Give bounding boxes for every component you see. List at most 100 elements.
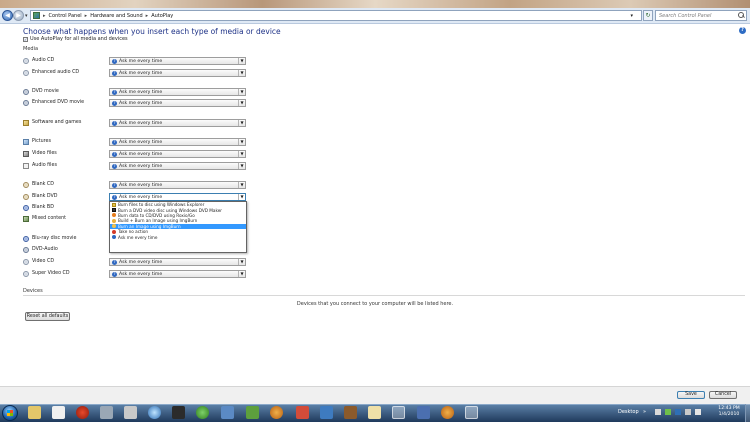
taskbar-wlm-icon[interactable] xyxy=(148,406,161,419)
breadcrumb-separator[interactable]: ▸ xyxy=(146,13,149,19)
forward-button[interactable]: ▶ xyxy=(13,10,24,21)
tray-app-icon[interactable] xyxy=(665,409,671,415)
desktop-toolbar-label[interactable]: Desktop xyxy=(618,409,639,415)
taskbar-app-icon[interactable] xyxy=(221,406,234,419)
chevron-down-icon[interactable]: ▼ xyxy=(238,89,245,95)
back-button[interactable]: ◀ xyxy=(2,10,13,21)
pictures-dropdown[interactable]: ? Ask me every time ▼ xyxy=(109,138,246,146)
chevron-down-icon[interactable]: ▼ xyxy=(238,163,245,169)
option-label[interactable]: Burn data to CD/DVD using Roxio/Go xyxy=(118,213,195,218)
tray-show-hidden-icon[interactable] xyxy=(655,409,661,415)
taskbar-firefox-icon[interactable] xyxy=(270,406,283,419)
option-label[interactable]: Ask me every time xyxy=(118,235,157,240)
chevron-down-icon[interactable]: ▼ xyxy=(238,139,245,145)
option-label[interactable]: Take no action xyxy=(118,229,148,234)
audio-file-icon xyxy=(23,163,29,169)
address-box[interactable]: ▸ Control Panel ▸ Hardware and Sound ▸ A… xyxy=(30,10,642,21)
search-icon[interactable] xyxy=(738,11,746,20)
option-label[interactable]: Build + Burn an Image using ImgBurn xyxy=(118,218,197,223)
taskbar-control-panel-icon[interactable] xyxy=(392,406,405,419)
taskbar-media-icon[interactable] xyxy=(76,406,89,419)
show-desktop-button[interactable] xyxy=(745,404,750,422)
start-button[interactable] xyxy=(2,405,18,421)
toolbar-chevron-icon[interactable]: » xyxy=(643,409,646,415)
taskbar-app-icon[interactable] xyxy=(296,406,309,419)
dropdown-value: Ask me every time xyxy=(119,89,163,95)
chevron-down-icon[interactable]: ▼ xyxy=(238,58,245,64)
chevron-down-icon[interactable]: ▼ xyxy=(238,100,245,106)
taskbar-tool-icon[interactable] xyxy=(124,406,137,419)
taskbar-document-icon[interactable] xyxy=(52,406,65,419)
dropdown-value: Ask me every time xyxy=(119,139,163,145)
video-files-dropdown[interactable]: ? Ask me every time ▼ xyxy=(109,150,246,158)
dropdown-value: Ask me every time xyxy=(119,70,163,76)
blank-dvd-dropdown[interactable]: ? Ask me every time ▼ xyxy=(109,193,246,201)
bluray-icon xyxy=(23,236,29,242)
taskbar-app-icon[interactable] xyxy=(344,406,357,419)
search-input[interactable]: Search Control Panel xyxy=(655,10,747,21)
media-row-video-cd: Video CD ? Ask me every time ▼ xyxy=(23,258,253,267)
breadcrumb-separator[interactable]: ▸ xyxy=(85,13,88,19)
enhanced-dvd-movie-dropdown[interactable]: ? Ask me every time ▼ xyxy=(109,99,246,107)
software-and-games-dropdown[interactable]: ? Ask me every time ▼ xyxy=(109,119,246,127)
enhanced-audio-cd-dropdown[interactable]: ? Ask me every time ▼ xyxy=(109,69,246,77)
taskbar-rss-icon[interactable] xyxy=(172,406,185,419)
chevron-down-icon[interactable]: ▼ xyxy=(238,70,245,76)
reset-all-defaults-button[interactable]: Reset all defaults xyxy=(25,312,70,321)
taskbar-explorer-icon[interactable] xyxy=(28,406,41,419)
option-label[interactable]: Burn files to disc using Windows Explore… xyxy=(118,202,204,207)
tray-volume-icon[interactable] xyxy=(695,409,701,415)
option-label[interactable]: Burn an Image using ImgBurn xyxy=(118,224,181,229)
breadcrumb-hardware-and-sound[interactable]: Hardware and Sound xyxy=(90,13,142,19)
taskbar-clock[interactable]: 12:43 PM 1/4/2010 xyxy=(714,406,744,418)
pictures-icon xyxy=(23,139,29,145)
taskbar-app-icon[interactable] xyxy=(417,406,430,419)
address-history-chevron-icon[interactable]: ▾ xyxy=(630,13,633,19)
media-row-blank-cd: Blank CD ? Ask me every time ▼ xyxy=(23,181,253,190)
media-label: Video CD xyxy=(32,259,55,264)
no-action-icon xyxy=(112,229,116,234)
breadcrumb-control-panel[interactable]: Control Panel xyxy=(49,13,82,19)
taskbar-firefox-icon[interactable] xyxy=(441,406,454,419)
chevron-down-icon[interactable]: ▼ xyxy=(238,271,245,277)
help-icon[interactable]: ? xyxy=(739,27,746,34)
use-autoplay-option[interactable]: ✓ Use AutoPlay for all media and devices xyxy=(23,36,128,42)
taskbar-app-icon[interactable] xyxy=(368,406,381,419)
taskbar-app-icon[interactable] xyxy=(320,406,333,419)
chevron-down-icon[interactable]: ▼ xyxy=(238,151,245,157)
use-autoplay-checkbox[interactable]: ✓ xyxy=(23,36,28,42)
ask-icon xyxy=(112,235,116,240)
control-panel-icon xyxy=(33,12,40,19)
super-video-cd-dropdown[interactable]: ? Ask me every time ▼ xyxy=(109,270,246,278)
option-label[interactable]: Burn a DVD video disc using Windows DVD … xyxy=(118,208,222,213)
chevron-down-icon[interactable]: ▼ xyxy=(238,182,245,188)
save-button[interactable]: Save xyxy=(677,391,705,399)
use-autoplay-label[interactable]: Use AutoPlay for all media and devices xyxy=(30,36,128,42)
taskbar-app-icon[interactable] xyxy=(246,406,259,419)
media-label: DVD movie xyxy=(32,89,59,94)
option-ask-me-every-time[interactable]: Ask me every time xyxy=(110,234,246,240)
chevron-down-icon[interactable]: ▼ xyxy=(238,194,245,200)
cancel-button[interactable]: Cancel xyxy=(709,391,737,399)
taskbar-gear-icon[interactable] xyxy=(100,406,113,419)
tray-network-icon[interactable] xyxy=(685,409,691,415)
media-label: Blank DVD xyxy=(32,194,58,199)
tray-app-icon[interactable] xyxy=(675,409,681,415)
refresh-button[interactable]: ↻ xyxy=(643,10,653,21)
chevron-down-icon[interactable]: ▼ xyxy=(238,259,245,265)
video-cd-dropdown[interactable]: ? Ask me every time ▼ xyxy=(109,258,246,266)
breadcrumb-autoplay[interactable]: AutoPlay xyxy=(151,13,173,19)
blank-dvd-options-list[interactable]: Burn files to disc using Windows Explore… xyxy=(109,201,247,253)
blank-cd-dropdown[interactable]: ? Ask me every time ▼ xyxy=(109,181,246,189)
dropdown-value: Ask me every time xyxy=(119,58,163,64)
taskbar-ie-icon[interactable] xyxy=(465,406,478,419)
media-label: Enhanced DVD movie xyxy=(32,100,85,105)
audio-files-dropdown[interactable]: ? Ask me every time ▼ xyxy=(109,162,246,170)
chevron-down-icon[interactable]: ▼ xyxy=(238,120,245,126)
blank-dvd-icon xyxy=(23,194,29,200)
dvd-movie-dropdown[interactable]: ? Ask me every time ▼ xyxy=(109,88,246,96)
breadcrumb-separator[interactable]: ▸ xyxy=(43,13,46,19)
audio-cd-dropdown[interactable]: ? Ask me every time ▼ xyxy=(109,57,246,65)
taskbar-green-app-icon[interactable] xyxy=(196,406,209,419)
recent-pages-chevron-icon[interactable]: ▾ xyxy=(25,13,28,19)
